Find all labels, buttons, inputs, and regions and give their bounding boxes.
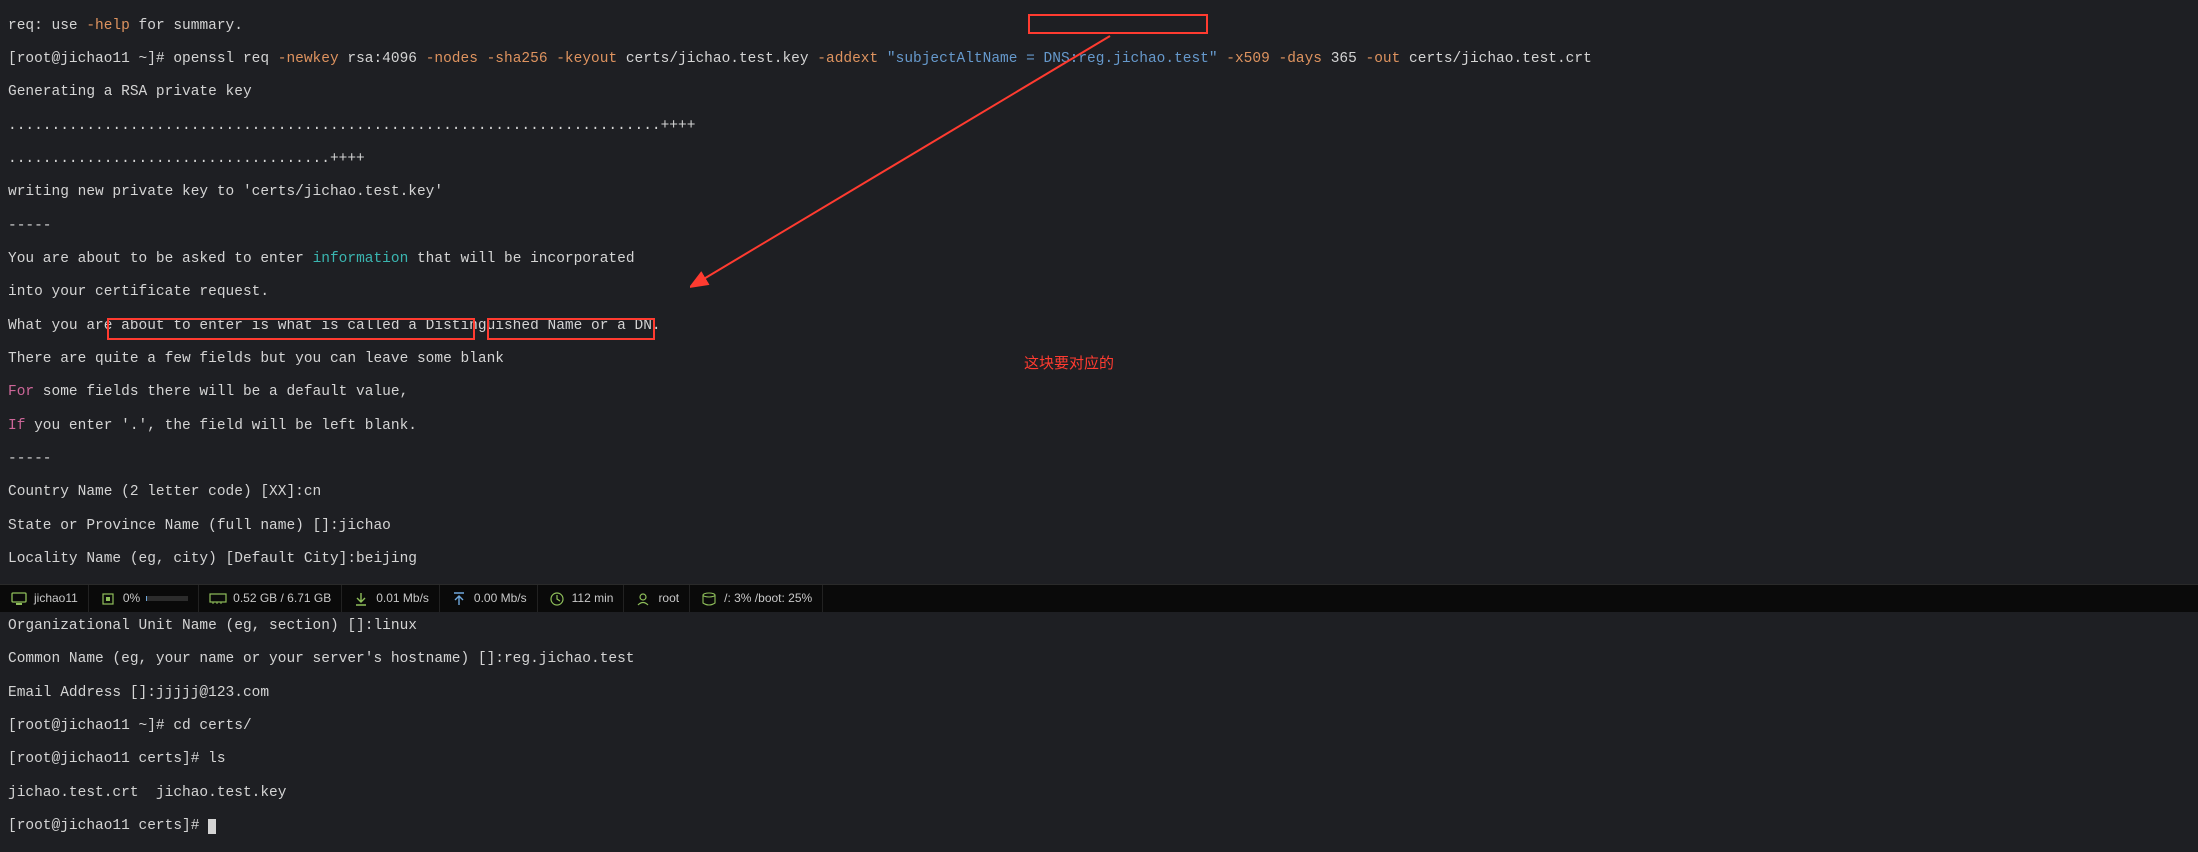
san-value: DNS:reg.jichao.test [1044,51,1209,67]
status-up-value: 0.00 Mb/s [474,592,527,606]
shell-prompt: [root@jichao11 certs]# [8,818,208,834]
text: you enter '.', the field will be left bl… [25,418,417,434]
status-cpu[interactable]: 0% [89,585,199,612]
separator: ----- [8,218,2190,235]
status-net-up[interactable]: 0.00 Mb/s [440,585,538,612]
command: openssl req [173,51,277,67]
prompt-field: Email Address []:jjjjj@123.com [8,685,2190,702]
shell-prompt: [root@jichao11 ~]# [8,51,173,67]
text: that will be incorporated [408,251,634,267]
string-close: " [1209,51,1226,67]
separator: ----- [8,451,2190,468]
keyword: For [8,384,34,400]
flag: -newkey [278,51,339,67]
prompt-field: State or Province Name (full name) []:ji… [8,518,2190,535]
flag: -keyout [556,51,617,67]
flag: -x509 [1226,51,1270,67]
text: Generating a RSA private key [8,84,2190,101]
status-disk-value: /: 3% /boot: 25% [724,592,812,606]
status-user-value: root [658,592,679,606]
status-host-label: jichao11 [34,592,78,606]
shell-prompt: [root@jichao11 certs]# [8,751,208,767]
status-cpu-value: 0% [123,592,140,606]
command: ls [208,751,225,767]
clock-icon [548,591,566,607]
keyword: information [313,251,409,267]
shell-prompt: [root@jichao11 ~]# [8,718,173,734]
flag: -out [1366,51,1401,67]
text: some fields there will be a default valu… [34,384,408,400]
cn-value: reg.jichao.test [504,651,635,667]
keyword: If [8,418,25,434]
terminal-output[interactable]: req: use -help for summary. [root@jichao… [0,0,2198,852]
prompt-field: Country Name (2 letter code) [XX]:cn [8,484,2190,501]
cursor [208,819,216,834]
progress-dots: .....................................+++… [8,151,2190,168]
text: writing new private key to 'certs/jichao… [8,184,2190,201]
cn-mid: (eg, your name or your server's hostname… [104,651,504,667]
upload-icon [450,591,468,607]
flag: -nodes [426,51,478,67]
text: You are about to be asked to enter [8,251,313,267]
arg: certs/jichao.test.crt [1400,51,1591,67]
status-user[interactable]: root [624,585,690,612]
progress-dots: ........................................… [8,118,2190,135]
cn-label: Common Name [8,651,104,667]
annotation-text: 这块要对应的 [1024,355,1114,372]
space [548,51,557,67]
ls-output: jichao.test.crt jichao.test.key [8,785,2190,802]
flag: -days [1279,51,1323,67]
monitor-icon [10,591,28,607]
status-uptime-value: 112 min [572,592,614,606]
status-uptime[interactable]: 112 min [538,585,625,612]
download-icon [352,591,370,607]
arg: 365 [1322,51,1366,67]
status-mem-value: 0.52 GB / 6.71 GB [233,592,331,606]
status-host[interactable]: jichao11 [0,585,89,612]
cpu-icon [99,591,117,607]
status-mem[interactable]: 0.52 GB / 6.71 GB [199,585,342,612]
prompt-field: Locality Name (eg, city) [Default City]:… [8,551,2190,568]
text: req: use [8,18,86,34]
space [1270,51,1279,67]
cpu-bar [146,596,188,601]
prompt-field: Organizational Unit Name (eg, section) [… [8,618,2190,635]
memory-icon [209,591,227,607]
flag: -addext [817,51,878,67]
status-disk[interactable]: /: 3% /boot: 25% [690,585,823,612]
text: for summary. [130,18,243,34]
command: cd certs/ [173,718,251,734]
status-down-value: 0.01 Mb/s [376,592,429,606]
flag: -help [86,18,130,34]
status-bar: jichao11 0% 0.52 GB / 6.71 GB 0.01 Mb/s … [0,584,2198,612]
string-open: "subjectAltName = [878,51,1043,67]
user-icon [634,591,652,607]
arg: rsa:4096 [339,51,426,67]
text: What you are about to enter is what is c… [8,318,2190,335]
flag: -sha256 [487,51,548,67]
arg: certs/jichao.test.key [617,51,817,67]
text: into your certificate request. [8,284,2190,301]
space [478,51,487,67]
status-net-down[interactable]: 0.01 Mb/s [342,585,440,612]
disk-icon [700,591,718,607]
